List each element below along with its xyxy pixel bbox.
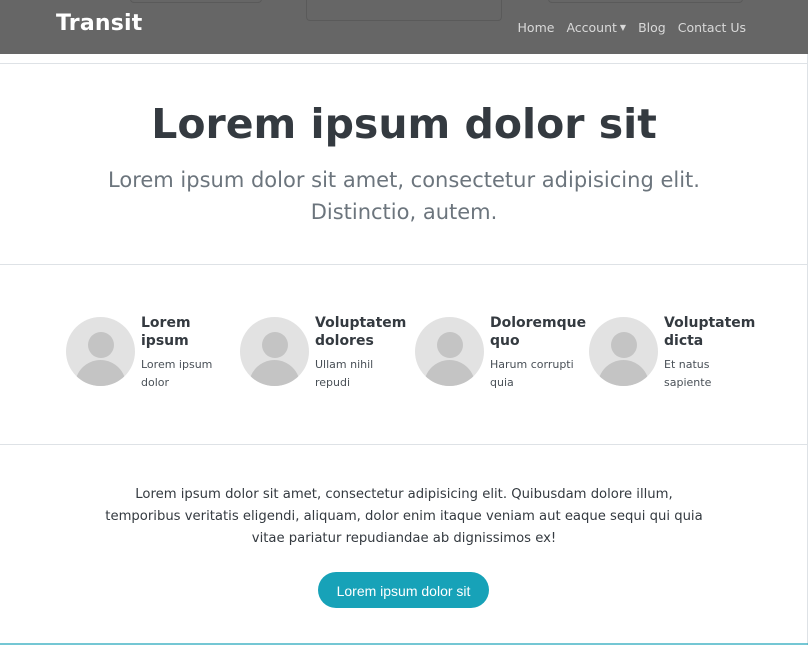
feature-text: Ullam nihil repudi: [315, 358, 374, 389]
avatar-placeholder-icon: [66, 317, 135, 386]
nav-home-link[interactable]: Home: [518, 20, 555, 35]
cta-button[interactable]: Lorem ipsum dolor sit: [318, 572, 489, 608]
feature-item: Voluptatem dolores Ullam nihil repudi: [240, 314, 410, 394]
feature-title: Voluptatem dolores: [315, 315, 407, 349]
feature-text: Harum corrupti quia: [490, 358, 574, 389]
navbar-ghost-tab: [130, 0, 262, 3]
feature-item: Voluptatem dicta Et natus sapiente: [589, 314, 759, 394]
nav-account-label: Account: [566, 20, 617, 35]
caret-down-icon: ▼: [619, 23, 627, 32]
brand-logo[interactable]: Transit: [56, 11, 143, 36]
feature-title: Lorem ipsum: [141, 315, 191, 349]
about-text: Lorem ipsum dolor sit amet, consectetur …: [105, 487, 703, 546]
divider: [0, 444, 807, 445]
avatar-placeholder-icon: [415, 317, 484, 386]
hero-subtitle: Lorem ipsum dolor sit amet, consectetur …: [108, 168, 700, 224]
nav-blog-link[interactable]: Blog: [638, 20, 666, 35]
feature-item: Doloremque quo Harum corrupti quia: [415, 314, 587, 394]
avatar-placeholder-icon: [589, 317, 658, 386]
nav-contact-link[interactable]: Contact Us: [678, 20, 746, 35]
navbar-ghost-tab: [306, 0, 502, 21]
navbar: Transit Home Account ▼ Blog Contact Us: [0, 0, 808, 54]
nav-links: Home Account ▼ Blog Contact Us: [518, 20, 746, 35]
feature-text: Et natus sapiente: [664, 358, 712, 389]
divider: [0, 63, 807, 64]
feature-item: Lorem ipsum Lorem ipsum dolor: [66, 314, 236, 394]
navbar-ghost-tab: [548, 0, 743, 3]
feature-title: Doloremque quo: [490, 315, 587, 349]
hero-title: Lorem ipsum dolor sit: [151, 100, 657, 148]
feature-text: Lorem ipsum dolor: [141, 358, 213, 389]
divider: [0, 264, 807, 265]
avatar-placeholder-icon: [240, 317, 309, 386]
nav-account-dropdown[interactable]: Account ▼: [566, 20, 626, 35]
feature-title: Voluptatem dicta: [664, 315, 756, 349]
